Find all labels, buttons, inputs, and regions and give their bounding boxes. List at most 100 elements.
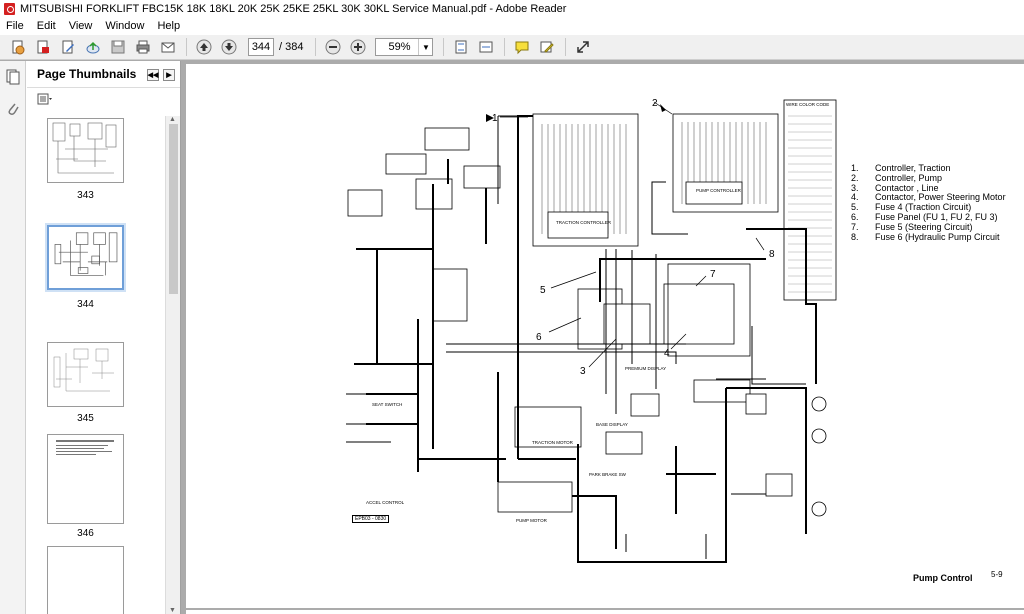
previous-page-button[interactable] [192,36,216,58]
fit-page-button[interactable] [449,36,473,58]
thumbnail-page[interactable] [47,434,124,524]
callout-8: 8 [769,249,775,260]
save-icon [111,40,125,54]
toolbar-separator [186,38,187,56]
attachments-tab[interactable] [5,101,21,117]
page-title: Pump Control [913,573,973,583]
thumbnail-list: 343 344 345 346 [27,116,167,614]
label-park-brake-switch: PARK BRAKE SW [589,472,627,477]
thumbnail-page[interactable] [47,546,124,614]
label-premium-display: PREMIUM DISPLAY [625,366,666,371]
thumbnail-scrollbar[interactable]: ▲ ▼ [165,116,180,614]
toolbar-separator [443,38,445,56]
page-preview-schematic [52,122,117,174]
menu-window[interactable]: Window [99,20,151,32]
thumbnail-label: 344 [77,299,94,310]
menu-help[interactable]: Help [151,20,187,32]
highlighter-icon [540,41,555,53]
scrollbar-thumb[interactable] [169,124,178,294]
callout-3: 3 [580,366,586,377]
drawing-id: EPB03 - 0830 [352,515,390,523]
thumbnail-label: 343 [77,190,94,201]
highlight-button[interactable] [535,36,559,58]
label-traction-controller: TRACTION CONTROLLER [556,220,612,225]
legend-item: 8. Fuse 6 (Hydraulic Pump Circuit [851,231,1000,242]
label-seat-switch: SEAT SWITCH [372,402,402,407]
menu-view[interactable]: View [63,20,100,32]
fit-page-icon [455,40,467,54]
pdf-page: TRACTION CONTROLLER PUMP CONTROLLER WIRE… [186,64,1024,608]
fit-width-icon [479,41,493,53]
options-menu-icon [37,93,52,105]
upload-button[interactable] [81,36,105,58]
zoom-out-button[interactable] [321,36,345,58]
plus-circle-icon [350,39,366,55]
scroll-up-arrow-icon[interactable]: ▲ [169,116,176,123]
arrow-down-circle-icon [221,39,237,55]
edit-button[interactable] [56,36,80,58]
thumbnail-page[interactable] [47,342,124,407]
cloud-upload-icon [86,41,100,54]
thumbnail-options-button[interactable] [27,88,180,110]
page-total: / 384 [279,41,304,53]
comment-bubble-icon [515,41,529,55]
edit-pencil-icon [62,40,74,54]
full-screen-button[interactable] [571,36,595,58]
document-view[interactable]: TRACTION CONTROLLER PUMP CONTROLLER WIRE… [182,61,1024,614]
toolbar-separator [504,38,506,56]
component-legend: 1. Controller, Traction 2. Controller, Pum… [851,163,1006,242]
thumbnail-page[interactable] [47,118,124,183]
chevron-down-icon: ▼ [418,39,432,55]
callout-5: 5 [540,285,546,296]
print-button[interactable] [131,36,155,58]
page-preview-schematic [53,348,114,392]
page-preview-text [56,440,114,455]
toolbar-separator [315,38,317,56]
label-pump-controller: PUMP CONTROLLER [696,188,742,193]
envelope-icon [161,42,175,53]
callout-7: 7 [710,269,716,280]
label-wire-color-code: WIRE COLOR CODE [786,102,829,107]
window-titlebar: MITSUBISHI FORKLIFT FBC15K 18K 18KL 20K … [0,0,1024,17]
email-button[interactable] [156,36,180,58]
pages-icon [6,69,20,85]
label-base-display: BASE DISPLAY [596,422,628,427]
label-pump-motor: PUMP MOTOR [516,518,548,523]
callout-2: 2 [652,98,658,109]
expand-icon [577,41,590,53]
arrow-up-circle-icon [196,39,212,55]
callout-1: 1 [492,113,498,124]
page-number-input[interactable]: 344 [248,38,274,56]
zoom-in-button[interactable] [346,36,370,58]
page-preview-schematic [54,232,118,276]
create-pdf-button[interactable] [31,36,55,58]
close-panel-icon[interactable]: ▶ [163,69,175,81]
panel-header: Page Thumbnails ◀◀ ▶ [27,61,180,88]
label-traction-motor: TRACTION MOTOR [532,440,574,445]
page-number: 5-9 [991,570,1003,579]
next-pdf-page [186,610,1024,614]
open-button[interactable] [6,36,30,58]
create-pdf-icon [37,40,49,54]
menu-file[interactable]: File [0,20,31,32]
thumbnail-label: 345 [77,413,94,424]
open-icon [12,40,25,55]
next-page-button[interactable] [217,36,241,58]
thumbnails-panel: Page Thumbnails ◀◀ ▶ 343 344 345 346 ▲ ▼ [27,61,180,614]
callout-4: 4 [664,348,670,359]
panel-title: Page Thumbnails [37,67,137,81]
thumbnail-page-selected[interactable] [47,225,124,290]
collapse-panel-icon[interactable]: ◀◀ [147,69,159,81]
scroll-down-arrow-icon[interactable]: ▼ [169,607,176,614]
zoom-value: 59% [388,41,411,53]
adobe-reader-icon [4,2,15,15]
page-thumbnails-tab[interactable] [5,69,21,85]
menu-edit[interactable]: Edit [31,20,63,32]
fit-width-button[interactable] [474,36,498,58]
comment-button[interactable] [510,36,534,58]
save-button[interactable] [106,36,130,58]
navigation-pane: Page Thumbnails ◀◀ ▶ 343 344 345 346 ▲ ▼ [0,61,181,614]
toolbar: 344 / 384 59% ▼ [0,35,1024,60]
minus-circle-icon [325,39,341,55]
zoom-select[interactable]: 59% ▼ [375,38,434,56]
